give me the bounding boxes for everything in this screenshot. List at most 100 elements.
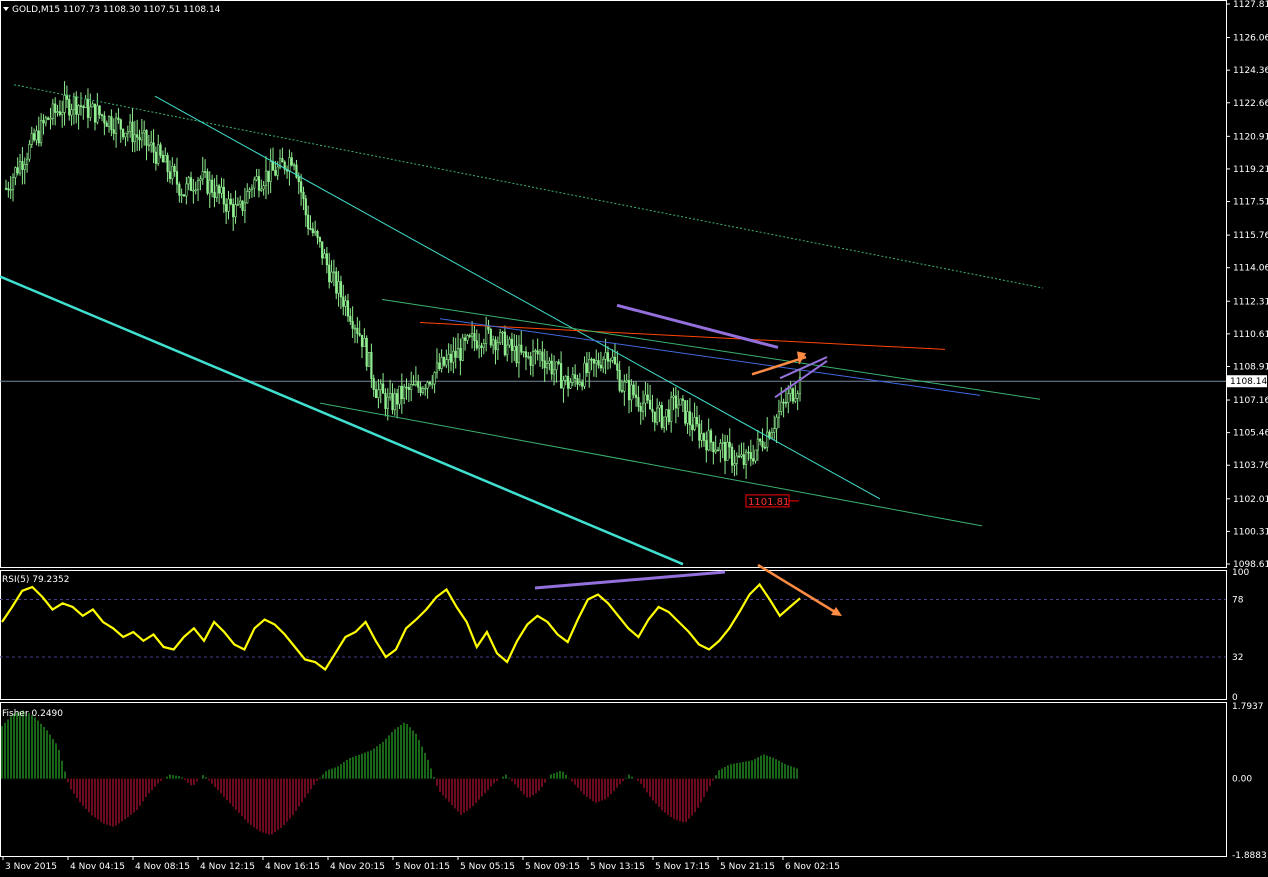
candle-body [138, 136, 141, 141]
candle-body [637, 397, 640, 407]
candle-body [595, 360, 598, 364]
candle-body [239, 200, 242, 205]
candle-body [656, 407, 659, 423]
candle-body [248, 189, 251, 192]
candle-body [281, 158, 284, 163]
candle-body [236, 203, 239, 206]
candle-body [84, 98, 87, 108]
candle-body [30, 133, 33, 145]
candle-body [91, 103, 94, 108]
candle-body [213, 192, 216, 199]
candle-body [103, 115, 106, 124]
candle-body [435, 362, 439, 373]
candle-body [618, 370, 621, 391]
candle-body [374, 389, 378, 398]
candle-body [660, 404, 663, 428]
candle-body [463, 337, 467, 341]
time-tick-label: 4 Nov 04:15 [70, 862, 125, 872]
candle-body [168, 171, 172, 179]
candle-body [740, 454, 743, 457]
candle-body [255, 176, 258, 181]
candle-body [384, 393, 387, 409]
candle-body [674, 395, 677, 409]
candle-body [262, 185, 265, 190]
candle-body [147, 144, 150, 147]
candle-body [250, 187, 254, 191]
candle-body [271, 161, 275, 171]
candle-body [513, 345, 516, 351]
candle-body [100, 114, 104, 117]
candle-body [196, 180, 200, 191]
price-tick-label: 1103.76 [1233, 461, 1268, 471]
candle-body [129, 121, 132, 132]
chart-canvas[interactable]: 1101.81 1127.81 1126.06 1124.36 1122.66 1120… [0, 0, 1268, 877]
candle-body [728, 441, 731, 448]
candle-body [21, 161, 24, 170]
candle-body [557, 361, 560, 364]
candle-body [107, 116, 111, 127]
candle-body [356, 327, 359, 334]
candle-body [475, 340, 478, 349]
current-price-label: 1108.14 [1230, 377, 1267, 387]
candle-body [398, 385, 401, 405]
candle-body [709, 430, 713, 443]
candle-body [641, 402, 645, 412]
candle-body [353, 327, 357, 330]
candle-body [42, 120, 45, 124]
price-tick-label: 1112.31 [1233, 297, 1268, 307]
candle-body [220, 186, 223, 194]
rsi-tick-label: 100 [1232, 568, 1249, 578]
candle-body [171, 166, 174, 179]
candle-body [166, 155, 169, 173]
rsi-pane-title: RSI(5) 79.2352 [2, 575, 69, 585]
candle-body [72, 96, 76, 111]
candle-body [592, 358, 595, 364]
candle-body [459, 347, 462, 361]
candle-body [304, 198, 307, 216]
candle-body [473, 333, 476, 342]
candle-body [707, 430, 710, 451]
candle-body [180, 194, 183, 196]
candle-body [630, 384, 633, 401]
candle-body [65, 95, 68, 100]
candle-body [274, 170, 277, 176]
candle-body [588, 358, 591, 373]
candle-body [288, 157, 291, 172]
candle-body [51, 103, 54, 119]
candle-body [363, 337, 366, 347]
candle-body [360, 334, 364, 347]
candle-body [452, 350, 455, 363]
candle-body [693, 416, 696, 431]
candle-body [599, 364, 603, 369]
candle-body [426, 381, 429, 389]
candle-body [194, 189, 197, 192]
candle-body [576, 378, 579, 385]
price-tick-label: 1110.61 [1233, 330, 1268, 340]
candle-body [632, 384, 635, 396]
candle-body [679, 398, 682, 406]
candle-body [211, 179, 214, 193]
candle-body [410, 384, 413, 390]
price-tick-label: 1108.91 [1233, 362, 1268, 372]
candle-body [496, 342, 499, 351]
candle-body [199, 178, 202, 181]
candle-body [700, 433, 703, 441]
candle-body [56, 111, 59, 113]
candle-body [297, 176, 300, 183]
price-tick-label: 1115.76 [1233, 231, 1268, 241]
candle-body [597, 360, 600, 366]
candle-body [613, 356, 617, 365]
candle-body [79, 105, 83, 107]
candle-body [7, 188, 10, 191]
candle-body [534, 350, 537, 353]
candle-body [4, 188, 8, 190]
candle-body [203, 171, 207, 173]
candle-body [531, 351, 535, 366]
candle-body [777, 411, 781, 418]
candle-body [562, 380, 565, 389]
candle-body [152, 142, 155, 153]
candle-body [133, 134, 136, 143]
candle-body [735, 455, 738, 464]
candle-body [246, 191, 249, 204]
candle-body [381, 383, 385, 394]
